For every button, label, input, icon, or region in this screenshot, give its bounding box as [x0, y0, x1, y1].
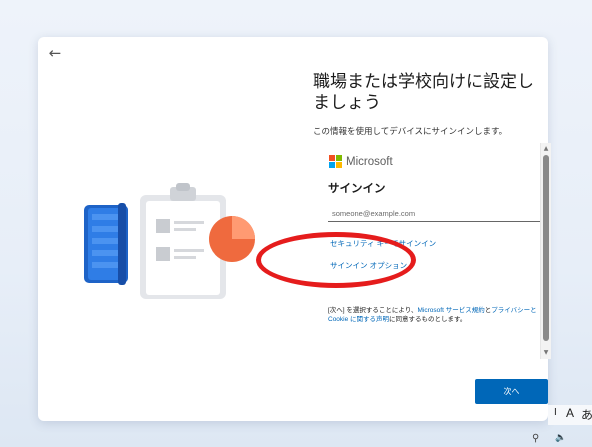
- ime-language-label: あ: [581, 408, 592, 422]
- page-subtitle: この情報を使用してデバイスにサインインします。: [313, 126, 508, 136]
- terms-part3: に同意するものとします。: [389, 316, 467, 323]
- ime-mode-label: A: [566, 406, 575, 420]
- service-agreement-link[interactable]: Microsoft サービス規約: [418, 307, 485, 314]
- signin-heading: サインイン: [328, 183, 386, 195]
- scroll-down-icon[interactable]: ▼: [542, 349, 550, 357]
- next-button[interactable]: 次へ: [475, 379, 548, 404]
- microsoft-logo-icon: [329, 155, 342, 168]
- setup-window: ← 職場または学校向けに設定しましょう この情報を使用してデバイスにサインインし…: [38, 37, 551, 421]
- back-arrow-icon[interactable]: ←: [46, 44, 64, 62]
- scroll-thumb[interactable]: [543, 155, 549, 341]
- card-scrollbar[interactable]: ▲ ▼: [540, 143, 551, 359]
- ime-indicator[interactable]: I A あ: [548, 405, 592, 425]
- signin-card: Microsoft サインイン セキュリティ キーでサインイン サインイン オプ…: [313, 144, 540, 384]
- notebook-icon: [84, 203, 128, 285]
- email-field[interactable]: [328, 205, 540, 222]
- signin-options-link[interactable]: サインイン オプション: [330, 260, 407, 271]
- microsoft-wordmark: Microsoft: [346, 155, 393, 168]
- illustration: [84, 183, 255, 299]
- pie-chart-icon: [209, 216, 255, 262]
- scroll-up-icon[interactable]: ▲: [542, 145, 550, 153]
- volume-icon[interactable]: 🔈: [555, 433, 566, 443]
- accessibility-icon[interactable]: ⚲: [532, 433, 539, 444]
- microsoft-brand: Microsoft: [329, 155, 393, 168]
- ime-indicator-mark: I: [554, 407, 557, 418]
- security-key-link[interactable]: セキュリティ キーでサインイン: [330, 238, 436, 249]
- terms-part1: [次へ] を選択することにより、: [328, 307, 418, 314]
- page-title: 職場または学校向けに設定しましょう: [313, 72, 534, 112]
- terms-text: [次へ] を選択することにより、Microsoft サービス規約とプライバシーと…: [328, 306, 540, 324]
